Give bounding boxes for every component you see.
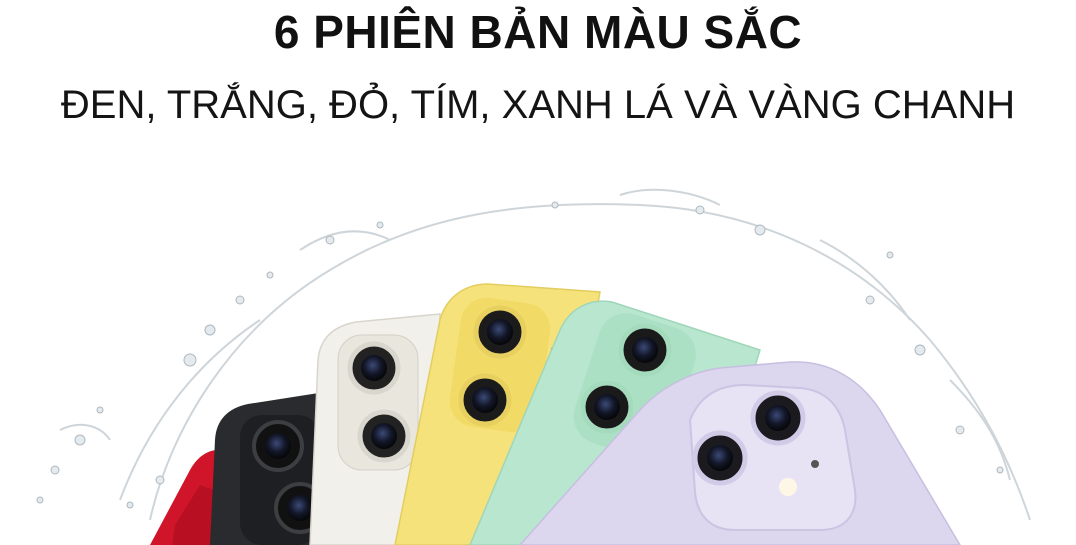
- phones-splash-image: [36, 188, 1031, 545]
